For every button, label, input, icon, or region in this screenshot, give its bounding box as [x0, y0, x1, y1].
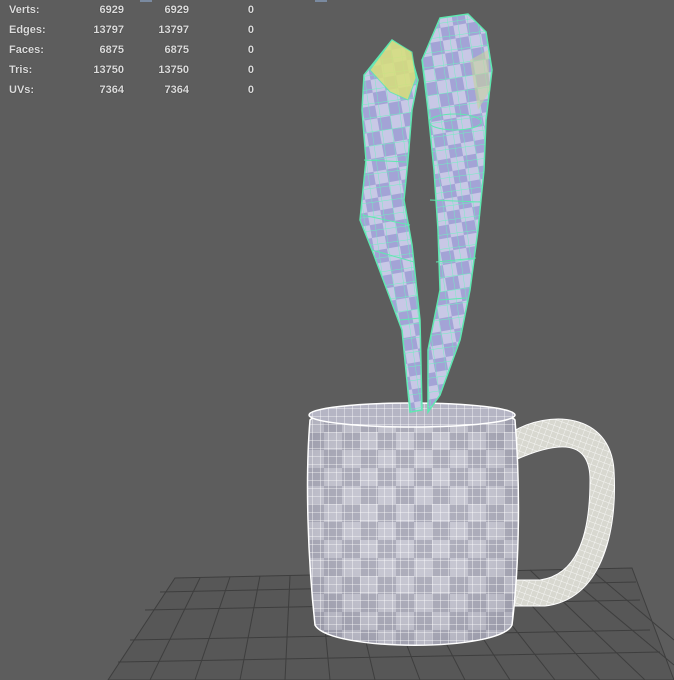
hud-label: Verts: — [9, 4, 40, 16]
hud-label: Faces: — [9, 44, 44, 56]
hud-value-component: 0 — [247, 64, 254, 76]
hud-value-component: 0 — [247, 84, 254, 96]
hud-value-selected: 13797 — [158, 24, 189, 36]
3d-viewport[interactable]: Verts: 6929 6929 0 Edges: 13797 13797 0 … — [0, 0, 674, 680]
hud-value-component: 0 — [247, 24, 254, 36]
hud-value-object: 13750 — [93, 64, 124, 76]
hud-value-selected: 7364 — [164, 84, 189, 96]
leaf-left[interactable] — [359, 38, 423, 413]
viewport-scene[interactable] — [0, 0, 674, 680]
hud-value-object: 6929 — [99, 4, 124, 16]
leaf-right[interactable] — [421, 13, 493, 415]
hud-value-component: 0 — [247, 4, 254, 16]
hud-value-component: 0 — [247, 44, 254, 56]
hud-label: UVs: — [9, 84, 35, 96]
hud-value-object: 6875 — [99, 44, 124, 56]
hud-value-object: 13797 — [93, 24, 124, 36]
hud-value-selected: 13750 — [158, 64, 189, 76]
hud-label: Edges: — [9, 24, 46, 36]
hud-value-object: 7364 — [99, 84, 124, 96]
mug-body[interactable] — [306, 402, 520, 646]
hud-label: Tris: — [9, 64, 33, 76]
hud-value-selected: 6875 — [164, 44, 189, 56]
hud-value-selected: 6929 — [164, 4, 189, 16]
